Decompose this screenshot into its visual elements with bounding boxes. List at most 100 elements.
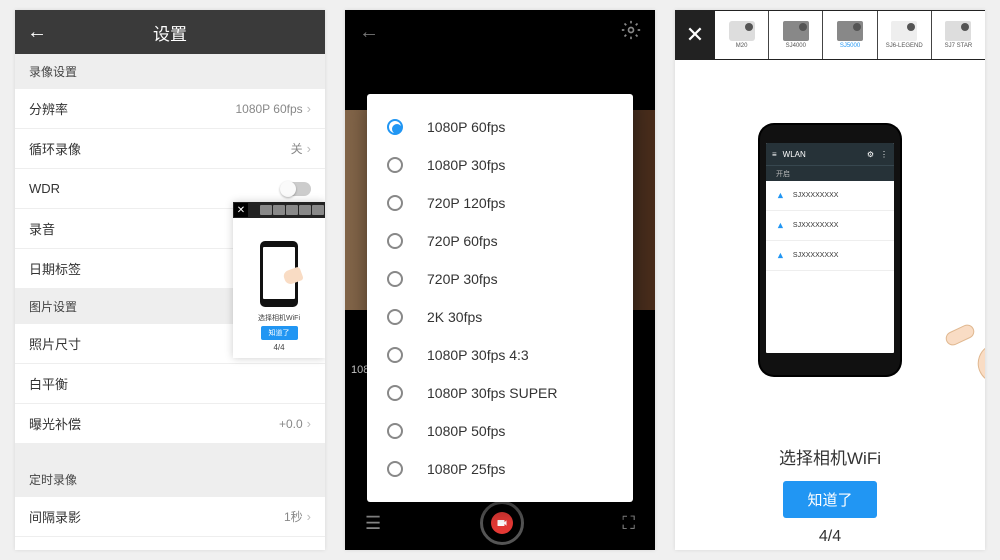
- row-wb[interactable]: 白平衡: [15, 364, 325, 404]
- popup-header: ✕: [233, 202, 325, 218]
- option-label: 1080P 50fps: [427, 423, 505, 439]
- got-it-button[interactable]: 知道了: [783, 481, 876, 518]
- phone-illustration: ≡WLAN ⚙⋮ 开启 ▼SJXXXXXXXX▼SJXXXXXXXX▼SJXXX…: [760, 125, 900, 375]
- header: ←: [345, 10, 655, 54]
- gear-icon[interactable]: [621, 20, 641, 45]
- row-label: WDR: [29, 181, 281, 196]
- wifi-icon: ▼: [776, 191, 785, 201]
- more-icon: ⋮: [880, 150, 888, 159]
- chevron-right-icon: ›: [307, 416, 311, 431]
- finger-illustration: [953, 320, 985, 380]
- model-label: M20: [736, 43, 748, 49]
- row-label: 曝光补偿: [29, 414, 279, 433]
- popup-caption: 选择相机WiFi: [258, 313, 300, 323]
- resolution-option[interactable]: 720P 120fps: [367, 184, 633, 222]
- radio-icon: [387, 461, 403, 477]
- radio-icon: [387, 271, 403, 287]
- model-tab[interactable]: M20: [715, 11, 768, 59]
- row-loop[interactable]: 循环录像 关 ›: [15, 129, 325, 169]
- phone-screen: ≡WLAN ⚙⋮ 开启 ▼SJXXXXXXXX▼SJXXXXXXXX▼SJXXX…: [766, 143, 894, 353]
- wlan-item[interactable]: ▼ SJXXXXXXXX: [766, 211, 894, 241]
- row-value: 1080P 60fps: [235, 102, 302, 116]
- popup-body: 选择相机WiFi 知道了 4/4: [233, 218, 325, 358]
- bottom-bar: ☰ ⛶: [345, 496, 655, 550]
- fullscreen-icon[interactable]: ⛶: [622, 513, 635, 534]
- camera-model-icon: [837, 21, 863, 41]
- radio-icon: [387, 385, 403, 401]
- wlan-item[interactable]: ▼SJXXXXXXXX: [766, 241, 894, 271]
- tutorial-body: ≡WLAN ⚙⋮ 开启 ▼SJXXXXXXXX▼SJXXXXXXXX▼SJXXX…: [675, 60, 985, 440]
- row-value: 1秒: [284, 508, 303, 525]
- option-label: 1080P 25fps: [427, 461, 505, 477]
- row-ev[interactable]: 曝光补偿 +0.0 ›: [15, 404, 325, 444]
- chevron-right-icon: ›: [307, 509, 311, 524]
- tutorial-screen: ✕ M20 SJ4000 SJ5000 SJ6-LEGEND SJ7 STAR ≡WLA…: [675, 10, 985, 550]
- row-value: 关: [291, 140, 303, 157]
- resolution-option[interactable]: 1080P 30fps SUPER: [367, 374, 633, 412]
- resolution-option[interactable]: 1080P 30fps: [367, 146, 633, 184]
- header: ✕ M20 SJ4000 SJ5000 SJ6-LEGEND SJ7 STAR: [675, 10, 985, 60]
- resolution-option[interactable]: 2K 30fps: [367, 298, 633, 336]
- wlan-ssid: SJXXXXXXXX: [793, 222, 839, 229]
- chevron-right-icon: ›: [307, 141, 311, 156]
- model-tab[interactable]: SJ4000: [769, 11, 822, 59]
- close-icon[interactable]: ✕: [234, 203, 248, 217]
- resolution-option[interactable]: 1080P 60fps: [367, 108, 633, 146]
- close-button[interactable]: ✕: [675, 22, 715, 48]
- popup-ok-button[interactable]: 知道了: [261, 326, 298, 340]
- option-label: 1080P 30fps SUPER: [427, 385, 558, 401]
- model-tab[interactable]: SJ7 STAR: [932, 11, 985, 59]
- row-label: 分辨率: [29, 99, 235, 118]
- back-button[interactable]: ←: [359, 21, 379, 44]
- wlan-ssid: SJXXXXXXXX: [793, 252, 839, 259]
- row-label: 白平衡: [29, 374, 311, 393]
- option-label: 1080P 30fps 4:3: [427, 347, 529, 363]
- model-tab[interactable]: SJ6-LEGEND: [878, 11, 931, 59]
- resolution-option[interactable]: 1080P 25fps: [367, 450, 633, 488]
- resolution-option[interactable]: 720P 30fps: [367, 260, 633, 298]
- row-label: 循环录像: [29, 139, 291, 158]
- section-timer: 定时录像: [15, 462, 325, 497]
- row-label: 间隔录影: [29, 507, 284, 526]
- settings-screen: ← 设置 录像设置 分辨率 1080P 60fps › 循环录像 关 › WDR…: [15, 10, 325, 550]
- popup-page: 4/4: [273, 343, 284, 352]
- header: ← 设置: [15, 10, 325, 54]
- model-label: SJ6-LEGEND: [886, 43, 923, 49]
- model-selector: M20 SJ4000 SJ5000 SJ6-LEGEND SJ7 STAR: [715, 11, 985, 59]
- camera-model-icon: [891, 21, 917, 41]
- row-resolution[interactable]: 分辨率 1080P 60fps ›: [15, 89, 325, 129]
- model-thumbs: [248, 205, 325, 215]
- hamburger-icon: ≡: [772, 150, 777, 159]
- model-label: SJ5000: [840, 43, 860, 49]
- wlan-ssid: SJXXXXXXXX: [793, 192, 839, 199]
- wlan-sub: 开启: [766, 165, 894, 181]
- option-label: 2K 30fps: [427, 309, 482, 325]
- wlan-item[interactable]: ▼ SJXXXXXXXX: [766, 181, 894, 211]
- option-label: 720P 30fps: [427, 271, 498, 287]
- radio-icon: [387, 309, 403, 325]
- radio-icon: [387, 157, 403, 173]
- section-gap: [15, 444, 325, 462]
- option-label: 720P 120fps: [427, 195, 505, 211]
- wifi-icon: ▼: [776, 221, 785, 231]
- tutorial-caption: 选择相机WiFi: [675, 444, 985, 469]
- menu-icon[interactable]: ☰: [365, 513, 381, 534]
- model-label: SJ7 STAR: [945, 43, 973, 49]
- resolution-option[interactable]: 1080P 30fps 4:3: [367, 336, 633, 374]
- resolution-dialog: 1080P 60fps 1080P 30fps 720P 120fps 720P 60…: [367, 94, 633, 502]
- option-label: 1080P 60fps: [427, 119, 505, 135]
- resolution-option[interactable]: 720P 60fps: [367, 222, 633, 260]
- resolution-option[interactable]: 1080P 50fps: [367, 412, 633, 450]
- record-button[interactable]: [480, 501, 524, 545]
- chevron-right-icon: ›: [307, 101, 311, 116]
- toggle-off[interactable]: [281, 182, 311, 196]
- wlan-header: ≡WLAN ⚙⋮: [766, 143, 894, 165]
- back-button[interactable]: ←: [15, 21, 59, 44]
- row-value: +0.0: [279, 417, 303, 431]
- model-tab[interactable]: SJ5000: [823, 11, 876, 59]
- model-label: SJ4000: [786, 43, 806, 49]
- camera-icon: [491, 512, 513, 534]
- radio-icon: [387, 347, 403, 363]
- row-timelapse[interactable]: 间隔录影 1秒 ›: [15, 497, 325, 537]
- radio-icon: [387, 195, 403, 211]
